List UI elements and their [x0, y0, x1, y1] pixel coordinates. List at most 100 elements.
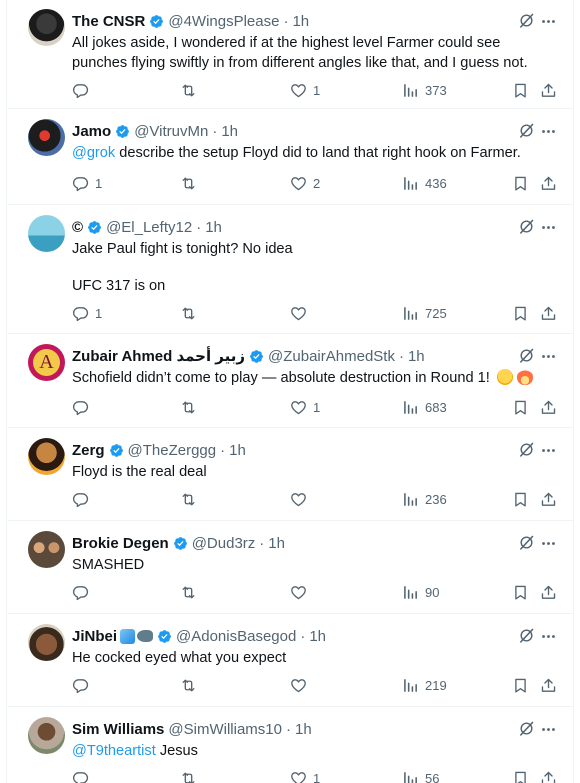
like-button[interactable] [290, 675, 313, 695]
share-button[interactable] [540, 675, 557, 695]
display-name[interactable]: Brokie Degen [72, 535, 169, 552]
bookmark-button[interactable] [512, 80, 529, 100]
mention-link[interactable]: @T9theartist [72, 743, 156, 759]
share-button[interactable] [540, 303, 557, 323]
bookmark-button[interactable] [512, 397, 529, 417]
timestamp[interactable]: 1h [268, 535, 285, 552]
retweet-button[interactable] [180, 489, 203, 509]
grok-icon[interactable] [518, 627, 535, 644]
bookmark-button[interactable] [512, 489, 529, 509]
like-button[interactable]: 2 [290, 173, 320, 193]
reply-button[interactable]: 1 [72, 173, 102, 193]
timestamp[interactable]: 1h [292, 13, 309, 30]
avatar[interactable] [28, 717, 65, 754]
reply-button[interactable]: 1 [72, 303, 102, 323]
reply-button[interactable] [72, 489, 95, 509]
share-button[interactable] [540, 173, 557, 193]
reply-button[interactable] [72, 80, 95, 100]
username[interactable]: @SimWilliams10 [168, 721, 282, 738]
views-button[interactable]: 683 [402, 397, 447, 417]
display-name[interactable]: © [72, 219, 83, 236]
bookmark-button[interactable] [512, 303, 529, 323]
bookmark-button[interactable] [512, 768, 529, 783]
grok-icon[interactable] [518, 441, 535, 458]
retweet-button[interactable] [180, 397, 203, 417]
grok-icon[interactable] [518, 218, 535, 235]
reply-button[interactable] [72, 675, 95, 695]
timestamp[interactable]: 1h [295, 721, 312, 738]
more-icon[interactable] [540, 13, 557, 30]
display-name[interactable]: Zubair Ahmed زبیر أحمد [72, 347, 245, 365]
grok-icon[interactable] [518, 534, 535, 551]
username[interactable]: @ZubairAhmedStk [268, 348, 395, 365]
post-sim-williams[interactable]: Sim Williams @SimWilliams10 · 1h @T9thea… [8, 708, 573, 783]
views-button[interactable]: 219 [402, 675, 447, 695]
post-el-lefty[interactable]: © @El_Lefty12 · 1h Jake Paul fight is to… [8, 206, 573, 334]
avatar[interactable] [28, 9, 65, 46]
bookmark-button[interactable] [512, 173, 529, 193]
views-button[interactable]: 90 [402, 582, 439, 602]
username[interactable]: @VitruvMn [134, 123, 208, 140]
username[interactable]: @AdonisBasegod [176, 628, 296, 645]
retweet-button[interactable] [180, 80, 203, 100]
share-button[interactable] [540, 768, 557, 783]
grok-icon[interactable] [518, 347, 535, 364]
bookmark-button[interactable] [512, 675, 529, 695]
display-name[interactable]: Zerg [72, 442, 105, 459]
avatar[interactable] [28, 215, 65, 252]
more-icon[interactable] [540, 442, 557, 459]
timestamp[interactable]: 1h [205, 219, 222, 236]
post-the-cnsr[interactable]: The CNSR @4WingsPlease · 1h All jokes as… [8, 0, 573, 109]
post-brokie-degen[interactable]: Brokie Degen @Dud3rz · 1h SMASHED 90 [8, 522, 573, 614]
share-button[interactable] [540, 582, 557, 602]
display-name[interactable]: Jamo [72, 123, 111, 140]
retweet-button[interactable] [180, 582, 203, 602]
grok-icon[interactable] [518, 720, 535, 737]
avatar[interactable]: A [28, 344, 65, 381]
views-button[interactable]: 725 [402, 303, 447, 323]
retweet-button[interactable] [180, 675, 203, 695]
share-button[interactable] [540, 397, 557, 417]
post-jamo[interactable]: Jamo @VitruvMn · 1h @grok describe the s… [8, 110, 573, 205]
grok-icon[interactable] [518, 12, 535, 29]
grok-icon[interactable] [518, 122, 535, 139]
like-button[interactable]: 1 [290, 80, 320, 100]
display-name[interactable]: The CNSR [72, 13, 145, 30]
timestamp[interactable]: 1h [229, 442, 246, 459]
avatar[interactable] [28, 531, 65, 568]
mention-link[interactable]: @grok [72, 145, 115, 161]
like-button[interactable] [290, 582, 313, 602]
username[interactable]: @4WingsPlease [168, 13, 279, 30]
share-button[interactable] [540, 80, 557, 100]
username[interactable]: @El_Lefty12 [106, 219, 192, 236]
like-button[interactable] [290, 303, 313, 323]
views-button[interactable]: 56 [402, 768, 439, 783]
post-zubair-ahmed[interactable]: A Zubair Ahmed زبیر أحمد @ZubairAhmedStk… [8, 335, 573, 428]
retweet-button[interactable] [180, 768, 203, 783]
avatar[interactable] [28, 119, 65, 156]
reply-button[interactable] [72, 768, 95, 783]
more-icon[interactable] [540, 721, 557, 738]
more-icon[interactable] [540, 535, 557, 552]
bookmark-button[interactable] [512, 582, 529, 602]
retweet-button[interactable] [180, 303, 203, 323]
views-button[interactable]: 236 [402, 489, 447, 509]
views-button[interactable]: 373 [402, 80, 447, 100]
retweet-button[interactable] [180, 173, 203, 193]
display-name[interactable]: JiNbei [72, 628, 117, 645]
like-button[interactable] [290, 489, 313, 509]
avatar[interactable] [28, 438, 65, 475]
like-button[interactable]: 1 [290, 397, 320, 417]
share-button[interactable] [540, 489, 557, 509]
timestamp[interactable]: 1h [408, 348, 425, 365]
reply-button[interactable] [72, 397, 95, 417]
reply-button[interactable] [72, 582, 95, 602]
username[interactable]: @Dud3rz [192, 535, 256, 552]
post-jinbei[interactable]: JiNbei @AdonisBasegod · 1h He cocked eye… [8, 615, 573, 707]
more-icon[interactable] [540, 628, 557, 645]
post-zerg[interactable]: Zerg @TheZerggg · 1h Floyd is the real d… [8, 429, 573, 521]
timestamp[interactable]: 1h [309, 628, 326, 645]
avatar[interactable] [28, 624, 65, 661]
display-name[interactable]: Sim Williams [72, 721, 164, 738]
more-icon[interactable] [540, 348, 557, 365]
